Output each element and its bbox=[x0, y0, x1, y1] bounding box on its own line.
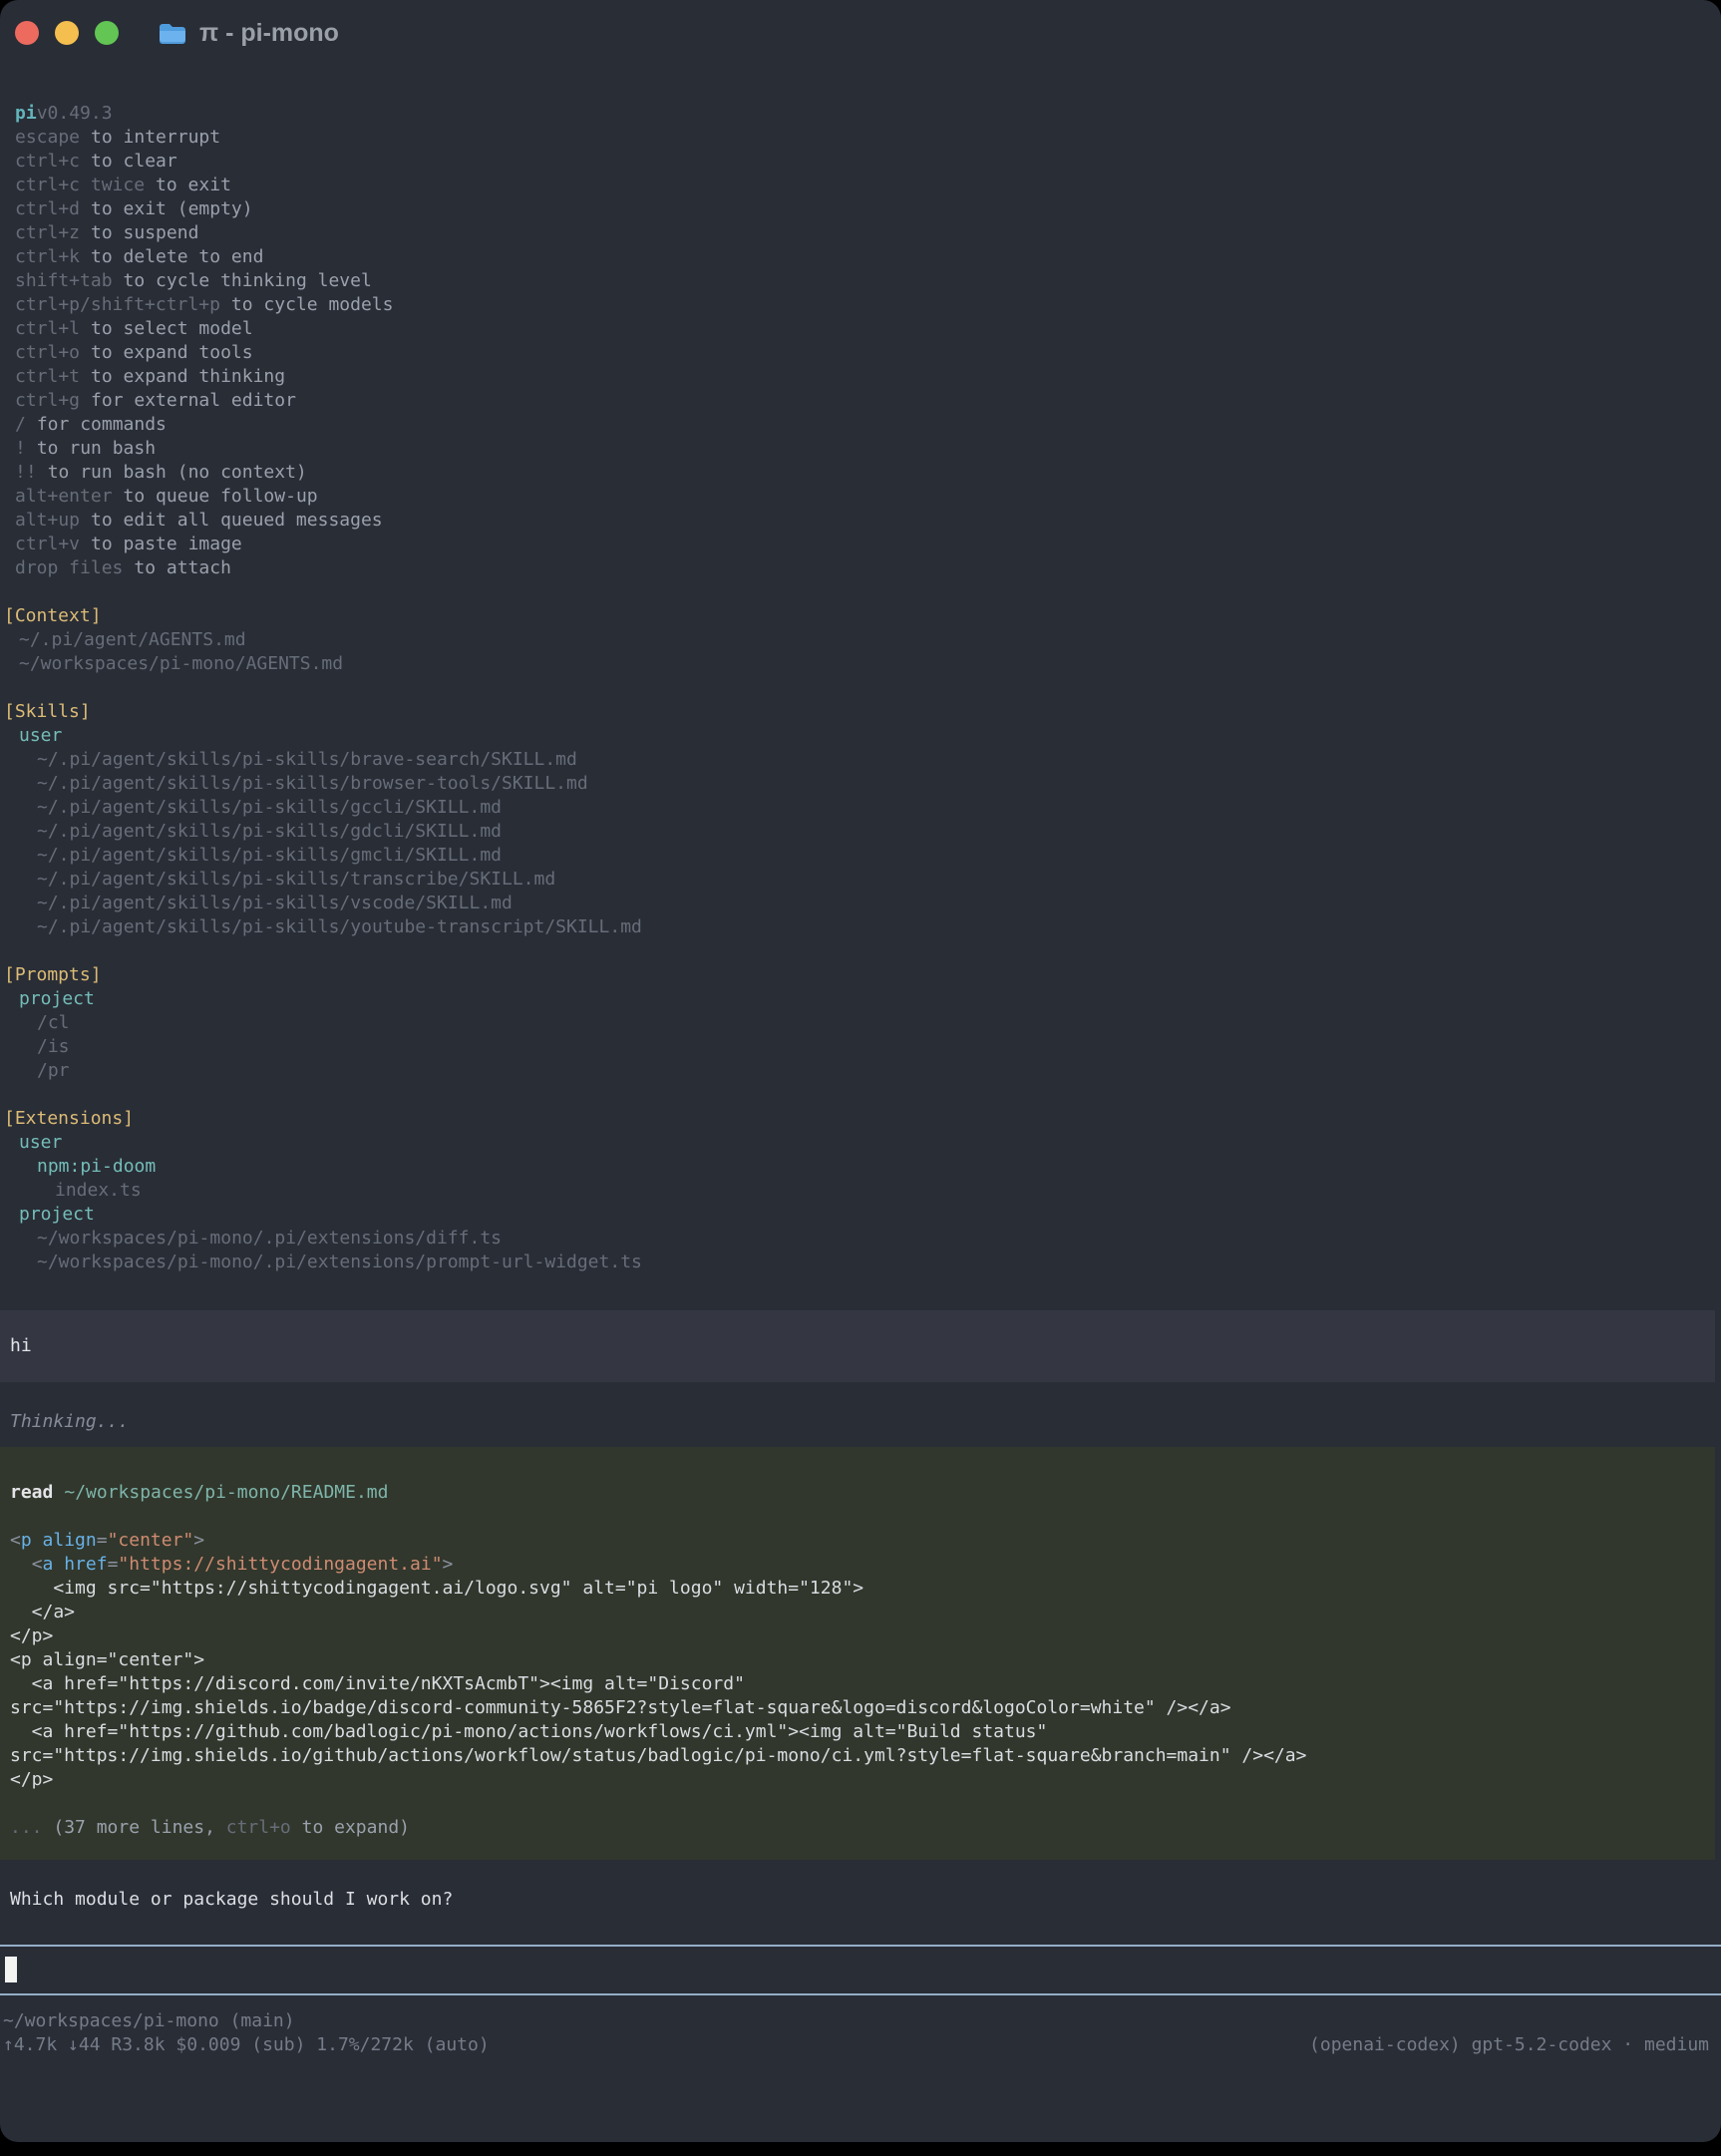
spacer bbox=[0, 1083, 1721, 1107]
user-message: hi bbox=[0, 1310, 1715, 1382]
statusbar-model-info: (openai-codex) gpt-5.2-codex · medium bbox=[1309, 2033, 1709, 2057]
spacer bbox=[0, 939, 1721, 963]
shortcut-hint: !!to run bash (no context) bbox=[0, 461, 1721, 485]
skill-path: ~/.pi/agent/skills/pi-skills/gmcli/SKILL… bbox=[0, 844, 1721, 868]
user-message-text: hi bbox=[0, 1334, 1715, 1358]
code-line: <a href="https://shittycodingagent.ai"> bbox=[0, 1553, 1715, 1577]
extensions-project-label: project bbox=[0, 1203, 1721, 1227]
prompt-item: /is bbox=[0, 1035, 1721, 1059]
statusbar-token-stats: ↑4.7k ↓44 R3.8k $0.009 (sub) 1.7%/272k (… bbox=[3, 2033, 490, 2057]
tool-call-read: read ~/workspaces/pi-mono/README.md <p al… bbox=[0, 1447, 1715, 1860]
text-cursor bbox=[5, 1957, 17, 1982]
extensions-section-header: [Extensions] bbox=[0, 1107, 1721, 1131]
app-version-line: piv0.49.3 bbox=[0, 102, 1721, 126]
shortcut-hint: ctrl+vto paste image bbox=[0, 533, 1721, 556]
assistant-message: Which module or package should I work on… bbox=[0, 1888, 1721, 1912]
shortcut-hint: alt+upto edit all queued messages bbox=[0, 509, 1721, 533]
shortcut-hint: ctrl+cto clear bbox=[0, 150, 1721, 174]
terminal-content: piv0.49.3 escapeto interrupt ctrl+cto cl… bbox=[0, 66, 1721, 2057]
close-button[interactable] bbox=[15, 21, 39, 45]
extension-npm-file: index.ts bbox=[0, 1179, 1721, 1203]
skill-path: ~/.pi/agent/skills/pi-skills/gdcli/SKILL… bbox=[0, 820, 1721, 844]
app-version: v0.49.3 bbox=[37, 103, 113, 124]
prompt-item: /cl bbox=[0, 1011, 1721, 1035]
spacer bbox=[0, 676, 1721, 700]
shortcut-hint: ctrl+zto suspend bbox=[0, 221, 1721, 245]
shortcut-hint: shift+tabto cycle thinking level bbox=[0, 269, 1721, 293]
terminal-window: π - pi-mono piv0.49.3 escapeto interrupt… bbox=[0, 0, 1721, 2142]
code-line: </p> bbox=[0, 1624, 1715, 1648]
code-line: </p> bbox=[0, 1768, 1715, 1792]
app-name: pi bbox=[15, 103, 37, 124]
code-line: <img src="https://shittycodingagent.ai/l… bbox=[0, 1577, 1715, 1601]
code-line: <a href="https://discord.com/invite/nKXT… bbox=[0, 1672, 1715, 1696]
tool-argument: ~/workspaces/pi-mono/README.md bbox=[64, 1482, 388, 1503]
skill-path: ~/.pi/agent/skills/pi-skills/transcribe/… bbox=[0, 868, 1721, 892]
skill-path: ~/.pi/agent/skills/pi-skills/gccli/SKILL… bbox=[0, 796, 1721, 820]
code-line: </a> bbox=[0, 1601, 1715, 1624]
statusbar-cwd-branch: ~/workspaces/pi-mono (main) bbox=[0, 2009, 1721, 2033]
code-line: <a href="https://github.com/badlogic/pi-… bbox=[0, 1720, 1715, 1744]
context-path: ~/.pi/agent/AGENTS.md bbox=[0, 628, 1721, 652]
spacer bbox=[0, 580, 1721, 604]
skills-section-header: [Skills] bbox=[0, 700, 1721, 724]
code-line: <p align="center"> bbox=[0, 1529, 1715, 1553]
shortcut-hint: ctrl+p/shift+ctrl+pto cycle models bbox=[0, 293, 1721, 317]
shortcut-hint: ctrl+lto select model bbox=[0, 317, 1721, 341]
spacer bbox=[0, 1792, 1715, 1816]
spacer bbox=[0, 1505, 1715, 1529]
extension-file: ~/workspaces/pi-mono/.pi/extensions/diff… bbox=[0, 1227, 1721, 1251]
shortcut-hint: /for commands bbox=[0, 413, 1721, 437]
shortcut-hint: drop filesto attach bbox=[0, 556, 1721, 580]
titlebar: π - pi-mono bbox=[0, 0, 1721, 66]
statusbar-bottom-row: ↑4.7k ↓44 R3.8k $0.009 (sub) 1.7%/272k (… bbox=[0, 2033, 1721, 2057]
skill-path: ~/.pi/agent/skills/pi-skills/brave-searc… bbox=[0, 748, 1721, 772]
prompt-input[interactable] bbox=[0, 1945, 1721, 1995]
shortcut-hint: alt+enterto queue follow-up bbox=[0, 485, 1721, 509]
tool-name: read bbox=[10, 1482, 53, 1503]
code-line: src="https://img.shields.io/github/actio… bbox=[0, 1744, 1715, 1768]
extensions-user-label: user bbox=[0, 1131, 1721, 1155]
tool-call-header: read ~/workspaces/pi-mono/README.md bbox=[0, 1481, 1715, 1505]
shortcut-hint: ctrl+kto delete to end bbox=[0, 245, 1721, 269]
code-line: src="https://img.shields.io/badge/discor… bbox=[0, 1696, 1715, 1720]
shortcut-hint: ctrl+dto exit (empty) bbox=[0, 197, 1721, 221]
prompts-section-header: [Prompts] bbox=[0, 963, 1721, 987]
folder-icon bbox=[159, 22, 186, 45]
skill-path: ~/.pi/agent/skills/pi-skills/vscode/SKIL… bbox=[0, 892, 1721, 915]
shortcut-hint: !to run bash bbox=[0, 437, 1721, 461]
context-path: ~/workspaces/pi-mono/AGENTS.md bbox=[0, 652, 1721, 676]
shortcut-hint: ctrl+tto expand thinking bbox=[0, 365, 1721, 389]
window-title: π - pi-mono bbox=[199, 19, 339, 48]
thinking-indicator: Thinking... bbox=[0, 1410, 1721, 1434]
context-section-header: [Context] bbox=[0, 604, 1721, 628]
skill-path: ~/.pi/agent/skills/pi-skills/browser-too… bbox=[0, 772, 1721, 796]
skills-group-label: user bbox=[0, 724, 1721, 748]
code-line: <p align="center"> bbox=[0, 1648, 1715, 1672]
prompts-group-label: project bbox=[0, 987, 1721, 1011]
shortcut-hint: ctrl+c twiceto exit bbox=[0, 174, 1721, 197]
prompt-item: /pr bbox=[0, 1059, 1721, 1083]
extension-file: ~/workspaces/pi-mono/.pi/extensions/prom… bbox=[0, 1251, 1721, 1274]
skill-path: ~/.pi/agent/skills/pi-skills/youtube-tra… bbox=[0, 915, 1721, 939]
truncation-hint: ... (37 more lines, ctrl+o to expand) bbox=[0, 1816, 1715, 1840]
shortcut-hint: ctrl+gfor external editor bbox=[0, 389, 1721, 413]
maximize-button[interactable] bbox=[95, 21, 119, 45]
extension-npm-package: npm:pi-doom bbox=[0, 1155, 1721, 1179]
shortcut-hint: escapeto interrupt bbox=[0, 126, 1721, 150]
shortcut-hint: ctrl+oto expand tools bbox=[0, 341, 1721, 365]
minimize-button[interactable] bbox=[55, 21, 79, 45]
